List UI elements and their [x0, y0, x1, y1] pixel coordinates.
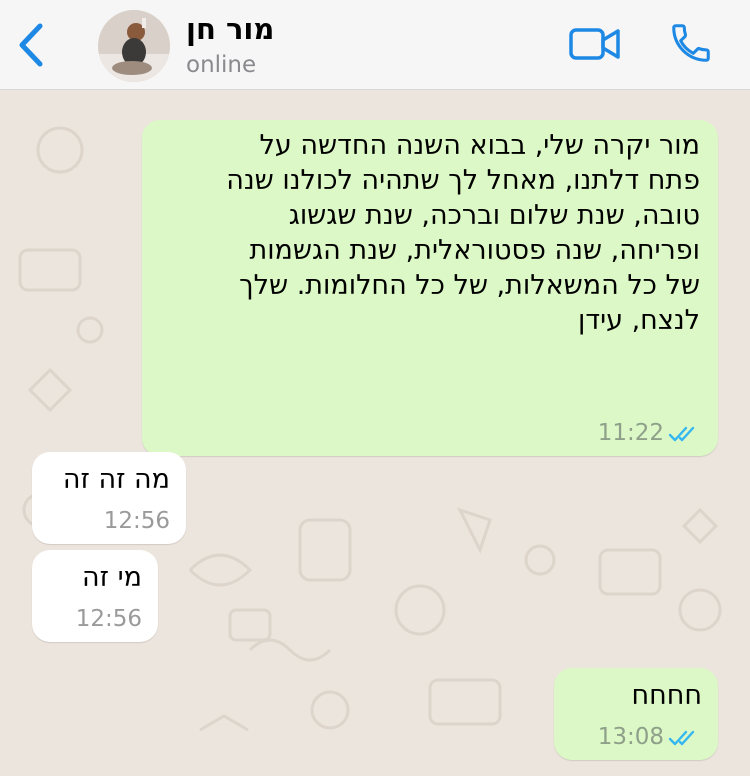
message-bubble[interactable]: חחחח 13:08: [554, 668, 718, 760]
message-time: 12:56: [75, 606, 142, 632]
voice-call-button[interactable]: [668, 20, 714, 66]
double-check-icon: [668, 426, 695, 442]
chat-area[interactable]: מור יקרה שלי, בבוא השנה החדשה על פתח דלת…: [0, 90, 750, 776]
message-line: של כל המשאלות, של כל החלומות. שלך: [239, 270, 700, 301]
message-line: לנצח, עידן: [577, 305, 700, 336]
message-line: טובה, שנת שלום וברכה, שנת שגשוג: [288, 200, 700, 231]
video-call-button[interactable]: [568, 26, 622, 62]
message-text: מור יקרה שלי, בבוא השנה החדשה על פתח דלת…: [160, 128, 700, 338]
message-bubble[interactable]: מה זה זה 12:56: [32, 452, 186, 544]
phone-icon: [672, 24, 710, 62]
back-button[interactable]: [14, 22, 48, 68]
message-time: 11:22: [597, 420, 664, 446]
video-camera-icon: [569, 28, 620, 60]
chat-header: מור חן online: [0, 0, 750, 90]
message-time: 13:08: [597, 724, 664, 750]
message-text: מה זה זה: [62, 464, 170, 495]
message-text: חחחח: [631, 680, 702, 711]
message-line: ופריחה, שנה פסטוראלית, שנת הגשמות: [249, 235, 700, 266]
message-line: פתח דלתנו, מאחל לך שתהיה לכולנו שנה: [226, 165, 700, 196]
contact-status: online: [186, 52, 257, 78]
avatar-photo: [98, 10, 170, 82]
double-check-icon: [668, 730, 695, 746]
avatar[interactable]: [98, 10, 170, 82]
message-text: מי זה: [82, 562, 142, 593]
message-line: מור יקרה שלי, בבוא השנה החדשה על: [259, 130, 700, 161]
message-bubble[interactable]: מי זה 12:56: [32, 550, 158, 642]
chevron-left-icon: [19, 23, 43, 67]
contact-name[interactable]: מור חן: [186, 12, 274, 46]
message-time: 12:56: [103, 508, 170, 534]
message-bubble[interactable]: מור יקרה שלי, בבוא השנה החדשה על פתח דלת…: [142, 120, 718, 456]
